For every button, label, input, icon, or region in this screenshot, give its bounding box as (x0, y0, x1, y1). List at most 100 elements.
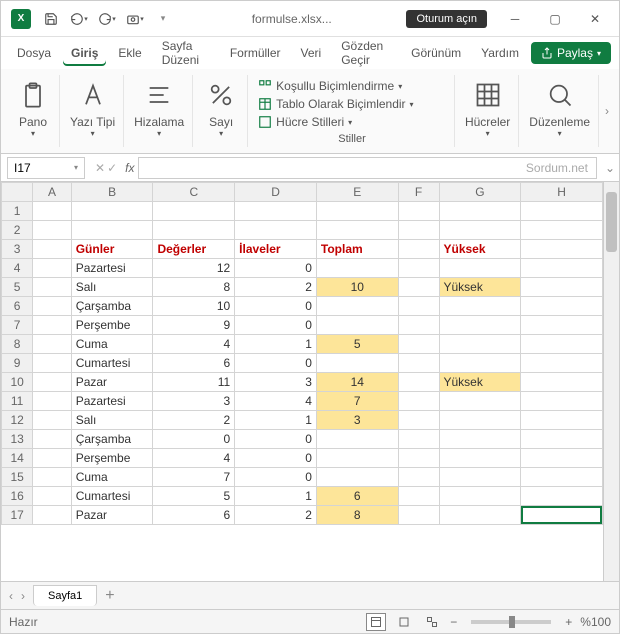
cell-C2[interactable] (153, 221, 235, 240)
cell-H3[interactable] (521, 240, 603, 259)
cell-F16[interactable] (398, 487, 439, 506)
cell-C10[interactable]: 11 (153, 373, 235, 392)
cell-E2[interactable] (316, 221, 398, 240)
row-header-5[interactable]: 5 (2, 278, 33, 297)
cell-F17[interactable] (398, 506, 439, 525)
cell-A4[interactable] (33, 259, 71, 278)
ribbon-group-cells[interactable]: Hücreler▾ (457, 75, 519, 147)
cell-F15[interactable] (398, 468, 439, 487)
cell-E3[interactable]: Toplam (316, 240, 398, 259)
cell-C7[interactable]: 9 (153, 316, 235, 335)
row-header-12[interactable]: 12 (2, 411, 33, 430)
sheet-nav-prev-icon[interactable]: ‹ (9, 589, 13, 603)
cell-A1[interactable] (33, 202, 71, 221)
cell-B4[interactable]: Pazartesi (71, 259, 153, 278)
cell-E15[interactable] (316, 468, 398, 487)
cell-G15[interactable] (439, 468, 521, 487)
tab-gorunum[interactable]: Görünüm (403, 40, 469, 66)
cell-D6[interactable]: 0 (235, 297, 317, 316)
cell-E6[interactable] (316, 297, 398, 316)
minimize-button[interactable]: ─ (495, 3, 535, 35)
row-header-1[interactable]: 1 (2, 202, 33, 221)
cell-A11[interactable] (33, 392, 71, 411)
cell-G17[interactable] (439, 506, 521, 525)
cell-A3[interactable] (33, 240, 71, 259)
cell-D16[interactable]: 1 (235, 487, 317, 506)
cell-E10[interactable]: 14 (316, 373, 398, 392)
col-header-C[interactable]: C (153, 183, 235, 202)
select-all[interactable] (2, 183, 33, 202)
cell-D13[interactable]: 0 (235, 430, 317, 449)
row-header-11[interactable]: 11 (2, 392, 33, 411)
col-header-F[interactable]: F (398, 183, 439, 202)
cell-G7[interactable] (439, 316, 521, 335)
row-header-16[interactable]: 16 (2, 487, 33, 506)
tab-veri[interactable]: Veri (293, 40, 330, 66)
cell-A7[interactable] (33, 316, 71, 335)
cell-G8[interactable] (439, 335, 521, 354)
format-as-table-button[interactable]: Tablo Olarak Biçimlendir ▾ (258, 95, 446, 113)
cell-G6[interactable] (439, 297, 521, 316)
cell-A8[interactable] (33, 335, 71, 354)
tab-giris[interactable]: Giriş (63, 40, 106, 66)
row-header-4[interactable]: 4 (2, 259, 33, 278)
cell-H17[interactable] (521, 506, 603, 525)
cell-A6[interactable] (33, 297, 71, 316)
cell-G5[interactable]: Yüksek (439, 278, 521, 297)
cell-D7[interactable]: 0 (235, 316, 317, 335)
cell-B10[interactable]: Pazar (71, 373, 153, 392)
zoom-in-button[interactable]: + (565, 615, 572, 629)
cell-C14[interactable]: 4 (153, 449, 235, 468)
cell-H16[interactable] (521, 487, 603, 506)
cell-D10[interactable]: 3 (235, 373, 317, 392)
cell-styles-button[interactable]: Hücre Stilleri ▾ (258, 113, 446, 131)
cell-D2[interactable] (235, 221, 317, 240)
cell-A10[interactable] (33, 373, 71, 392)
cell-C3[interactable]: Değerler (153, 240, 235, 259)
cell-H1[interactable] (521, 202, 603, 221)
cell-H8[interactable] (521, 335, 603, 354)
ribbon-group-clipboard[interactable]: Pano▾ (7, 75, 60, 147)
cell-F10[interactable] (398, 373, 439, 392)
cell-F3[interactable] (398, 240, 439, 259)
ribbon-group-alignment[interactable]: Hizalama▾ (126, 75, 193, 147)
cell-C1[interactable] (153, 202, 235, 221)
cell-G11[interactable] (439, 392, 521, 411)
page-break-view-button[interactable] (422, 613, 442, 631)
conditional-formatting-button[interactable]: Koşullu Biçimlendirme ▾ (258, 77, 446, 95)
cell-B3[interactable]: Günler (71, 240, 153, 259)
redo-icon[interactable]: ▾ (95, 7, 119, 31)
login-button[interactable]: Oturum açın (406, 10, 487, 28)
row-header-6[interactable]: 6 (2, 297, 33, 316)
cell-E1[interactable] (316, 202, 398, 221)
cell-H6[interactable] (521, 297, 603, 316)
cell-D3[interactable]: İlaveler (235, 240, 317, 259)
col-header-E[interactable]: E (316, 183, 398, 202)
fx-icon[interactable]: fx (125, 161, 134, 175)
enter-formula-icon[interactable]: ✓ (107, 161, 117, 175)
cell-F14[interactable] (398, 449, 439, 468)
cell-D1[interactable] (235, 202, 317, 221)
tab-dosya[interactable]: Dosya (9, 40, 59, 66)
cell-A15[interactable] (33, 468, 71, 487)
cell-G10[interactable]: Yüksek (439, 373, 521, 392)
formula-bar-expand-icon[interactable]: ⌄ (601, 161, 619, 175)
cell-D8[interactable]: 1 (235, 335, 317, 354)
cell-H2[interactable] (521, 221, 603, 240)
cell-H4[interactable] (521, 259, 603, 278)
cell-H10[interactable] (521, 373, 603, 392)
close-button[interactable]: ✕ (575, 3, 615, 35)
cell-H5[interactable] (521, 278, 603, 297)
cell-B15[interactable]: Cuma (71, 468, 153, 487)
col-header-A[interactable]: A (33, 183, 71, 202)
row-header-17[interactable]: 17 (2, 506, 33, 525)
tab-gozden-gecir[interactable]: Gözden Geçir (333, 33, 399, 73)
cell-E9[interactable] (316, 354, 398, 373)
tab-yardim[interactable]: Yardım (473, 40, 527, 66)
cell-E16[interactable]: 6 (316, 487, 398, 506)
cell-D17[interactable]: 2 (235, 506, 317, 525)
cell-E13[interactable] (316, 430, 398, 449)
cell-B13[interactable]: Çarşamba (71, 430, 153, 449)
cell-D12[interactable]: 1 (235, 411, 317, 430)
cell-F2[interactable] (398, 221, 439, 240)
